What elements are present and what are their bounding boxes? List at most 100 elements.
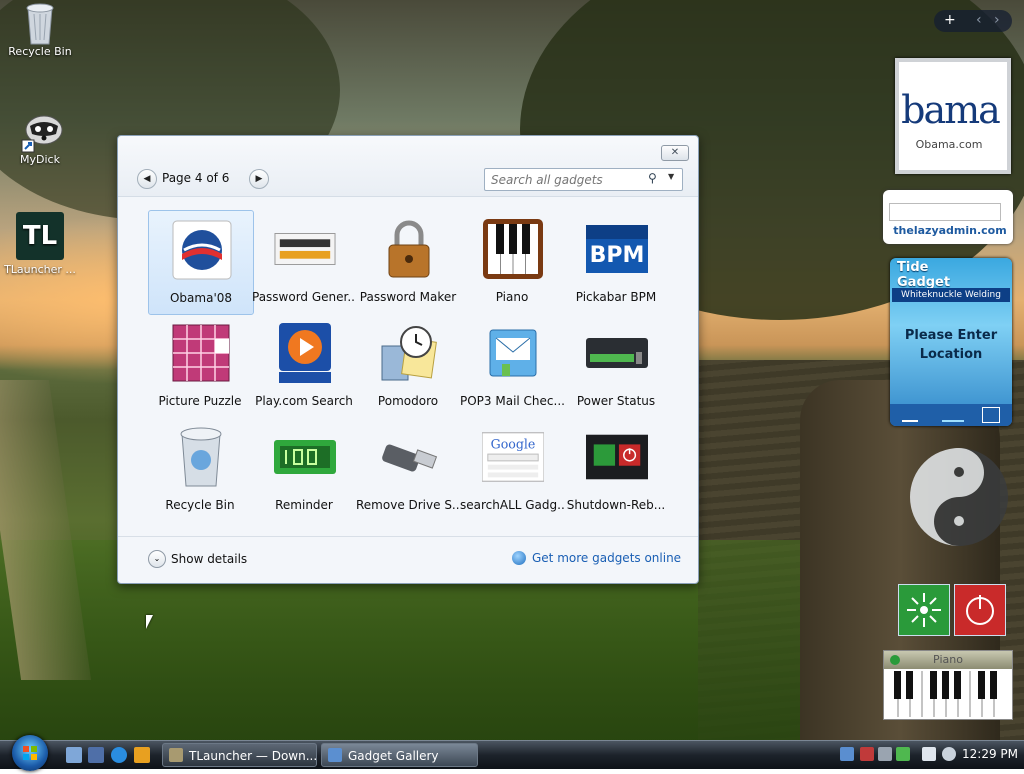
recycle-bin-icon (20, 2, 60, 45)
digital-clock-icon (274, 426, 336, 488)
next-page-button[interactable]: ▶ (249, 169, 269, 189)
page-indicator: Page 4 of 6 (162, 171, 230, 185)
pickabar-bpm-icon: BPM (586, 218, 648, 280)
search-input[interactable] (489, 171, 648, 189)
desktop-icon-mydick[interactable]: MyDick (0, 110, 80, 166)
windows-logo-icon (23, 746, 37, 760)
gadget-label: Recycle Bin (165, 498, 235, 512)
gadget-tile-piano[interactable]: Piano (460, 210, 564, 313)
get-more-gadgets-link[interactable]: Get more gadgets online (532, 551, 681, 565)
start-button[interactable] (12, 735, 48, 771)
sidebar-controls: + ‹ › (934, 10, 1012, 32)
password-generator-icon (274, 218, 336, 280)
gadget-tile-password-maker[interactable]: Password Maker (356, 210, 460, 313)
gadget-label: Power Status (576, 394, 656, 408)
internet-explorer-icon[interactable] (111, 747, 127, 763)
usb-drive-icon (378, 426, 440, 488)
gadget-label: Picture Puzzle (158, 394, 242, 408)
gadget-label: Shutdown-Reb... (566, 498, 666, 512)
piano-gadget-title: Piano (884, 651, 1012, 669)
sidebar-prev-button[interactable]: ‹ (976, 12, 982, 28)
gadget-tile-remove-drive[interactable]: Remove Drive S... (356, 418, 460, 521)
gadget-label: Password Maker (359, 290, 457, 304)
obama-logo-icon (171, 219, 233, 281)
media-player-icon[interactable] (134, 747, 150, 763)
svg-text:BPM: BPM (590, 243, 645, 268)
sidebar-next-button[interactable]: › (994, 12, 1000, 28)
piano-gadget[interactable]: Piano (883, 650, 1013, 720)
taskbar-button-tlauncher[interactable]: TLauncher — Down... (162, 743, 317, 767)
gadget-label: Pomodoro (377, 394, 439, 408)
padlock-icon (378, 218, 440, 280)
show-details-link[interactable]: Show details (171, 552, 247, 566)
volume-icon[interactable] (942, 747, 956, 761)
prev-page-button[interactable]: ◀ (137, 169, 157, 189)
desktop-icon-tlauncher[interactable]: TL TLauncher ... (0, 212, 80, 276)
show-desktop-icon[interactable] (66, 747, 82, 763)
gadget-tile-pop3-mail[interactable]: POP3 Mail Chec... (460, 314, 564, 417)
network-icon[interactable] (840, 747, 854, 761)
clock-calculator-icon (378, 322, 440, 384)
switch-windows-icon[interactable] (88, 747, 104, 763)
gadget-gallery-window: ✕ ◀ Page 4 of 6 ▶ ⚲ ▼ Obama'08 Password … (117, 135, 699, 584)
search-icon[interactable]: ⚲ (648, 171, 657, 185)
gadget-gallery-small-icon (328, 748, 342, 762)
gadget-tile-shutdown[interactable]: Shutdown-Reb... (564, 418, 668, 521)
clock[interactable]: 12:29 PM (962, 747, 1018, 761)
gadget-tile-searchall[interactable]: Google searchALL Gadg... (460, 418, 564, 521)
recycle-bin-icon (170, 426, 232, 488)
security-icon[interactable] (860, 747, 874, 761)
obama-gadget-url: Obama.com (915, 138, 983, 151)
taskbar-button-gadget-gallery[interactable]: Gadget Gallery (321, 743, 478, 767)
yin-yang-gadget[interactable] (910, 448, 1008, 546)
obama-gadget[interactable]: bama Obama.com (895, 58, 1011, 174)
piano-keys[interactable] (886, 671, 1010, 717)
chart-icon[interactable] (902, 408, 918, 422)
gadget-tile-recycle-bin[interactable]: Recycle Bin (148, 418, 252, 521)
usb-icon[interactable] (878, 747, 892, 761)
calendar-icon[interactable] (982, 407, 1000, 423)
tlauncher-small-icon (169, 748, 183, 762)
gadget-tile-obama08[interactable]: Obama'08 (148, 210, 254, 315)
tide-gadget[interactable]: Tide Gadget Whiteknuckle Welding Please E… (890, 258, 1012, 426)
update-icon[interactable] (896, 747, 910, 761)
gadget-label: Obama'08 (169, 291, 233, 305)
taskbar-button-label: TLauncher — Down... (189, 749, 317, 763)
search-box: ⚲ ▼ (484, 168, 683, 191)
taskbar: TLauncher — Down... Gadget Gallery 12:29… (0, 735, 1024, 771)
close-button[interactable]: ✕ (661, 145, 689, 161)
obama-gadget-title: bama (901, 88, 1001, 132)
shutdown-gadget-button[interactable] (954, 584, 1006, 636)
gadget-label: searchALL Gadg... (460, 498, 564, 512)
lazyadmin-search-field[interactable] (889, 203, 1001, 221)
display-icon[interactable] (922, 747, 936, 761)
gadget-tile-password-generator[interactable]: Password Gener... (252, 210, 356, 313)
mouse-cursor-icon (146, 615, 153, 629)
gallery-footer: ⌄ Show details Get more gadgets online (118, 536, 698, 584)
gadget-tile-pomodoro[interactable]: Pomodoro (356, 314, 460, 417)
chevron-down-icon[interactable]: ▼ (668, 172, 674, 181)
gadget-label: Reminder (275, 498, 333, 512)
gadget-tile-reminder[interactable]: Reminder (252, 418, 356, 521)
desktop-icon-label: Recycle Bin (8, 45, 72, 58)
power-led-icon (890, 655, 900, 665)
picture-puzzle-icon (170, 322, 232, 384)
gadget-tile-power-status[interactable]: Power Status (564, 314, 668, 417)
desktop-icon-recycle-bin[interactable]: Recycle Bin (0, 2, 80, 58)
wave-icon[interactable] (942, 408, 964, 422)
thelazyadmin-gadget: thelazyadmin.com (883, 190, 1013, 244)
gadget-label: Remove Drive S... (356, 498, 460, 512)
gadget-tile-picture-puzzle[interactable]: Picture Puzzle (148, 314, 252, 417)
lazyadmin-logo: thelazyadmin.com (893, 224, 1007, 237)
gadget-tile-pickabar-bpm[interactable]: BPM Pickabar BPM (564, 210, 668, 313)
gadget-label: Piano (495, 290, 529, 304)
desktop-icon-label: MyDick (20, 153, 60, 166)
shutdown-icon (586, 426, 648, 488)
gadget-tile-play-com-search[interactable]: Play.com Search (252, 314, 356, 417)
expand-details-button[interactable]: ⌄ (148, 550, 166, 568)
piano-keys-icon (482, 218, 544, 280)
add-gadget-button[interactable]: + (944, 12, 956, 28)
desktop-icon-label: TLauncher ... (4, 263, 76, 276)
restart-gadget-button[interactable] (898, 584, 950, 636)
google-search-icon: Google (482, 426, 544, 488)
